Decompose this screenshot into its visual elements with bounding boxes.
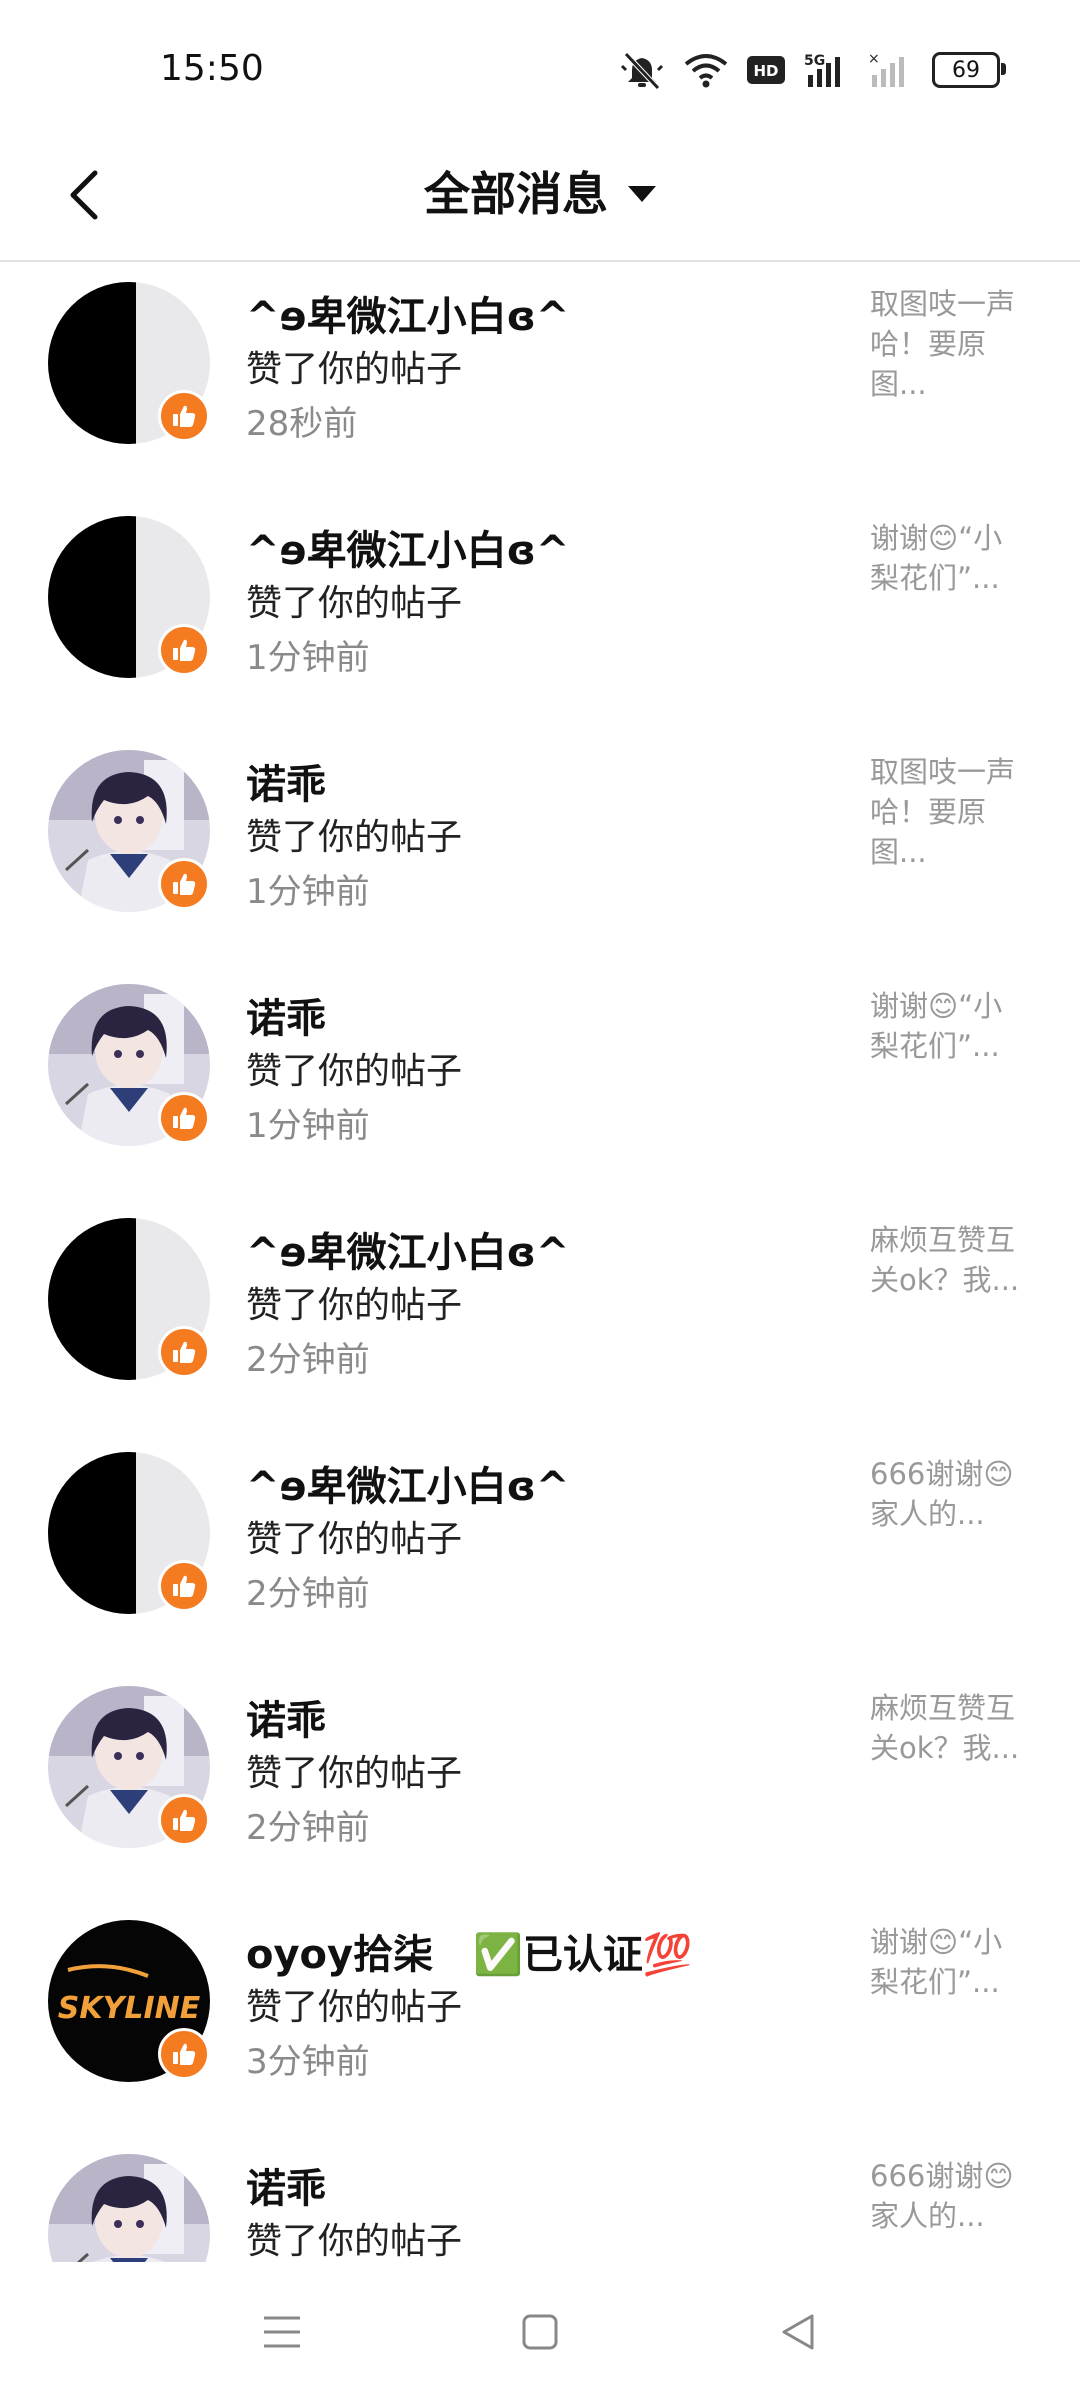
message-item[interactable]: ^ɘ卑微江小白ɞ^ 赞了你的帖子 1分钟前 谢谢😊“小梨花们”...: [0, 496, 1080, 730]
message-time: 2分钟前: [246, 1574, 370, 1614]
thumbs-up-icon: [173, 1107, 196, 1129]
thumbs-up-icon: [173, 2043, 196, 2065]
caret-down-icon: [628, 186, 656, 202]
user-name[interactable]: 诺乖: [246, 1688, 326, 1746]
like-badge: [158, 1794, 210, 1846]
post-preview[interactable]: 谢谢😊“小梨花们”...: [870, 986, 1030, 1066]
user-name[interactable]: ^ɘ卑微江小白ɞ^: [246, 1454, 569, 1512]
signal-5g-icon: 5G: [804, 51, 850, 89]
system-nav-bar: [0, 2262, 1080, 2400]
hd-icon: HD: [746, 54, 786, 86]
battery-level: 69: [952, 57, 980, 83]
message-time: 3分钟前: [246, 2042, 370, 2082]
message-item[interactable]: 诺乖赞了你的帖子 666谢谢😊家人的...: [0, 2134, 1080, 2262]
status-bar: 15:50 HD 5G × 69: [0, 0, 1080, 130]
message-action: 赞了你的帖子: [246, 817, 463, 858]
message-action: 赞了你的帖子: [246, 1285, 463, 1326]
wifi-icon: [684, 52, 728, 88]
thumbs-up-icon: [173, 1575, 196, 1597]
avatar[interactable]: [48, 2154, 210, 2262]
thumbs-up-icon: [173, 405, 196, 427]
message-time: 1分钟前: [246, 1106, 370, 1146]
page-title: 全部消息: [424, 167, 608, 221]
post-preview[interactable]: 麻烦互赞互关ok？我...: [870, 1220, 1030, 1300]
user-name[interactable]: 诺乖: [246, 752, 326, 810]
post-preview[interactable]: 666谢谢😊家人的...: [870, 2156, 1030, 2236]
message-action: 赞了你的帖子: [246, 583, 463, 624]
post-preview[interactable]: 谢谢😊“小梨花们”...: [870, 1922, 1030, 2002]
user-name[interactable]: ^ɘ卑微江小白ɞ^: [246, 284, 569, 342]
post-preview[interactable]: 666谢谢😊家人的...: [870, 1454, 1030, 1534]
post-preview[interactable]: 取图吱一声哈！要原图...: [870, 752, 1030, 872]
message-list[interactable]: ^ɘ卑微江小白ɞ^ 赞了你的帖子 28秒前 取图吱一声哈！要原图... ^ɘ卑微江小白ɞ…: [0, 262, 1080, 2262]
message-item[interactable]: ^ɘ卑微江小白ɞ^ 赞了你的帖子 2分钟前 666谢谢😊家人的...: [0, 1432, 1080, 1666]
svg-text:HD: HD: [753, 62, 778, 80]
message-action: 赞了你的帖子: [246, 2221, 463, 2262]
message-action: 赞了你的帖子: [246, 1987, 463, 2028]
home-square-icon: [522, 2314, 558, 2350]
menu-icon: [264, 2316, 300, 2348]
svg-text:5G: 5G: [804, 53, 825, 69]
post-preview[interactable]: 谢谢😊“小梨花们”...: [870, 518, 1030, 598]
post-preview[interactable]: 麻烦互赞互关ok？我...: [870, 1688, 1030, 1768]
clock: 15:50: [160, 48, 264, 89]
back-triangle-icon: [782, 2314, 814, 2350]
signal-icon: ×: [868, 51, 914, 89]
message-action: 赞了你的帖子: [246, 349, 463, 390]
user-name[interactable]: 诺乖: [246, 986, 326, 1044]
battery-icon: 69: [932, 52, 1006, 88]
like-badge: [158, 390, 210, 442]
status-icons: HD 5G × 69: [618, 50, 1006, 90]
avatar-skyline-text: SKYLINE: [58, 1991, 201, 2026]
message-item[interactable]: 诺乖赞了你的帖子 1分钟前 取图吱一声哈！要原图...: [0, 730, 1080, 964]
like-badge: [158, 624, 210, 676]
mute-icon: [618, 50, 666, 90]
like-badge: [158, 858, 210, 910]
user-name[interactable]: 诺乖: [246, 2156, 326, 2214]
like-badge: [158, 1326, 210, 1378]
message-time: 1分钟前: [246, 872, 370, 912]
home-button[interactable]: [510, 2302, 570, 2362]
like-badge: [158, 1560, 210, 1612]
message-item[interactable]: SKYLINE oyoy拾柒 ✅已认证💯 赞了你的帖子 3分钟前 谢谢😊“小梨花们”..…: [0, 1900, 1080, 2134]
thumbs-up-icon: [173, 1809, 196, 1831]
message-action: 赞了你的帖子: [246, 1753, 463, 1794]
user-name[interactable]: ^ɘ卑微江小白ɞ^: [246, 518, 569, 576]
message-time: 2分钟前: [246, 1808, 370, 1848]
message-action: 赞了你的帖子: [246, 1519, 463, 1560]
message-time: 2分钟前: [246, 1340, 370, 1380]
thumbs-up-icon: [173, 639, 196, 661]
message-action: 赞了你的帖子: [246, 1051, 463, 1092]
user-name[interactable]: ^ɘ卑微江小白ɞ^: [246, 1220, 569, 1278]
menu-button[interactable]: [252, 2302, 312, 2362]
post-preview[interactable]: 取图吱一声哈！要原图...: [870, 284, 1030, 404]
message-item[interactable]: ^ɘ卑微江小白ɞ^ 赞了你的帖子 28秒前 取图吱一声哈！要原图...: [0, 262, 1080, 496]
message-time: 1分钟前: [246, 638, 370, 678]
like-badge: [158, 2028, 210, 2080]
back-nav-button[interactable]: [768, 2302, 828, 2362]
header: 全部消息: [0, 130, 1080, 262]
message-item[interactable]: 诺乖赞了你的帖子 1分钟前 谢谢😊“小梨花们”...: [0, 964, 1080, 1198]
message-item[interactable]: 诺乖赞了你的帖子 2分钟前 麻烦互赞互关ok？我...: [0, 1666, 1080, 1900]
title-dropdown[interactable]: 全部消息: [0, 158, 1080, 224]
like-badge: [158, 1092, 210, 1144]
svg-text:×: ×: [868, 51, 880, 67]
message-time: 28秒前: [246, 404, 358, 444]
thumbs-up-icon: [173, 873, 196, 895]
thumbs-up-icon: [173, 1341, 196, 1363]
user-name[interactable]: oyoy拾柒 ✅已认证💯: [246, 1922, 693, 1980]
message-item[interactable]: ^ɘ卑微江小白ɞ^ 赞了你的帖子 2分钟前 麻烦互赞互关ok？我...: [0, 1198, 1080, 1432]
